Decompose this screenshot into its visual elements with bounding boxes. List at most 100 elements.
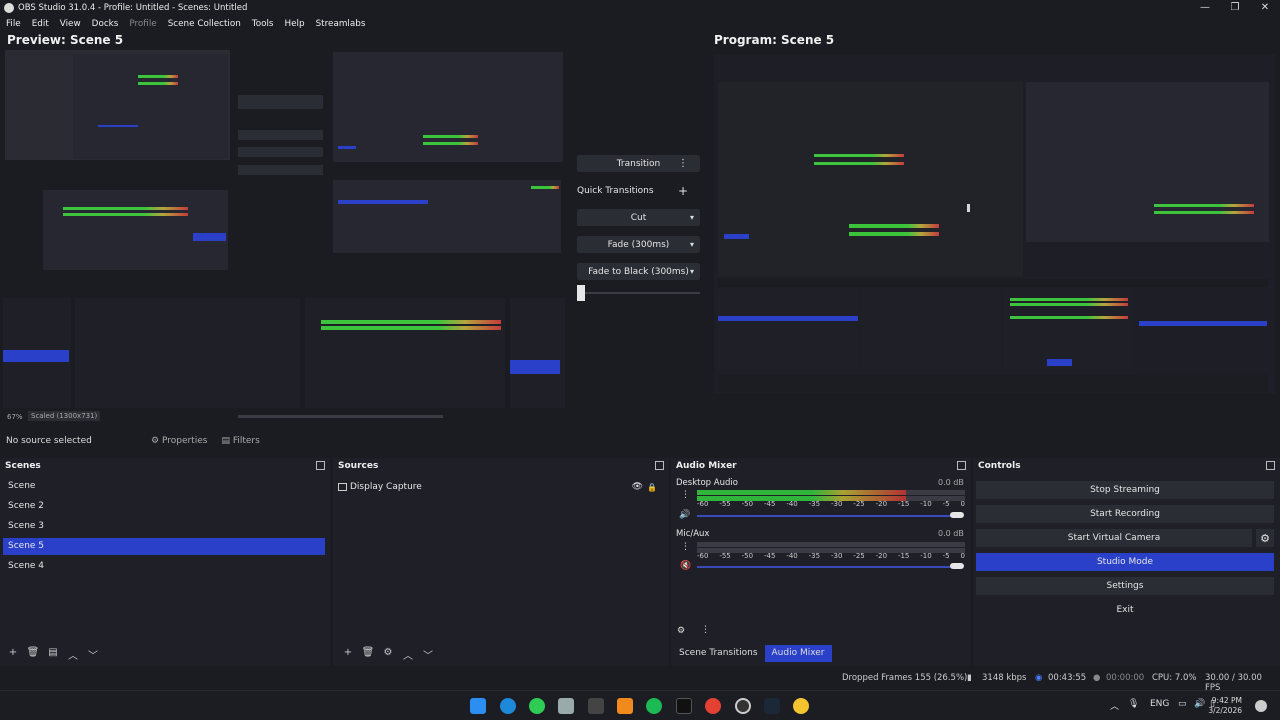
cut-label: Cut — [630, 212, 647, 223]
preview-canvas[interactable] — [3, 50, 568, 415]
network-icon[interactable]: ▭ — [1178, 699, 1187, 709]
scale-tick: -20 — [875, 552, 888, 560]
eye-icon[interactable]: 👁 — [632, 482, 643, 492]
scale-tick: -15 — [897, 552, 910, 560]
tab-audio-mixer[interactable]: Audio Mixer — [764, 645, 832, 662]
mixer-title: Audio Mixer — [676, 461, 737, 471]
scene-item[interactable]: Scene 2 — [3, 498, 325, 515]
desktop-audio-volume-handle[interactable] — [950, 512, 964, 518]
filters-button[interactable]: ▤ Filters — [221, 436, 259, 446]
add-icon[interactable]: + — [338, 647, 358, 662]
title-bar: OBS Studio 31.0.4 - Profile: Untitled - … — [0, 0, 1280, 15]
cut-transition-button[interactable]: Cut ▾ — [577, 209, 700, 226]
whatsapp-icon[interactable] — [529, 698, 545, 714]
menu-file[interactable]: File — [6, 19, 21, 29]
source-label: Display Capture — [350, 482, 422, 492]
studio-mode-button[interactable]: Studio Mode — [976, 553, 1274, 571]
obs-icon[interactable] — [735, 698, 751, 714]
clock[interactable]: 9:42 PM 3/2/2026 — [1208, 696, 1242, 716]
gear-icon[interactable]: ⚙ — [378, 647, 398, 662]
mic-aux-meter-bg — [697, 542, 965, 547]
exit-button[interactable]: Exit — [976, 601, 1274, 619]
scene-item-selected[interactable]: Scene 5 — [3, 538, 325, 555]
stop-streaming-button[interactable]: Stop Streaming — [976, 481, 1274, 499]
fade-transition-button[interactable]: Fade (300ms) ▾ — [577, 236, 700, 253]
vlc-icon[interactable] — [617, 698, 633, 714]
fade-black-transition-button[interactable]: Fade to Black (300ms) ▾ — [577, 263, 700, 280]
transition-button[interactable]: Transition ⋮ — [577, 155, 700, 172]
cpu-usage: CPU: 7.0% — [1152, 673, 1197, 683]
tab-scene-transitions[interactable]: Scene Transitions — [672, 645, 765, 662]
speaker-icon[interactable]: 🔊 — [679, 510, 690, 520]
add-icon[interactable]: + — [3, 647, 23, 662]
up-arrow-icon[interactable]: ︿ — [63, 647, 83, 662]
gear-icon[interactable]: ⚙ — [1256, 529, 1274, 547]
undock-icon[interactable] — [957, 461, 966, 470]
mic-muted-icon[interactable]: 🔇 — [680, 561, 691, 571]
app-icon[interactable] — [588, 698, 604, 714]
maximize-button[interactable]: ❐ — [1220, 0, 1250, 15]
signal-icon: ▮ — [967, 673, 972, 683]
menu-profile[interactable]: Profile — [129, 19, 156, 29]
minimize-button[interactable]: — — [1190, 0, 1220, 15]
window-controls: — ❐ ✕ — [1190, 0, 1280, 15]
preview-scrollbar[interactable] — [238, 415, 443, 418]
menu-docks[interactable]: Docks — [92, 19, 119, 29]
down-arrow-icon[interactable]: ﹀ — [418, 647, 438, 662]
chrome-icon[interactable] — [705, 698, 721, 714]
scene-item[interactable]: Scene 3 — [3, 518, 325, 535]
explorer-icon[interactable] — [558, 698, 574, 714]
scene-item[interactable]: Scene 4 — [3, 558, 325, 575]
kebab-menu-icon[interactable]: ⋮ — [701, 625, 710, 635]
trash-icon[interactable]: 🗑 — [23, 647, 43, 662]
properties-button[interactable]: ⚙ Properties — [151, 436, 207, 446]
transition-slider-track[interactable] — [577, 292, 700, 294]
trash-icon[interactable]: 🗑 — [358, 647, 378, 662]
menu-edit[interactable]: Edit — [32, 19, 49, 29]
source-item[interactable]: Display Capture 👁 🔒 — [338, 481, 663, 493]
desktop-audio-volume-slider[interactable] — [697, 515, 959, 517]
scale-tick: -10 — [920, 500, 932, 508]
mic-aux-volume-slider[interactable] — [697, 566, 959, 568]
volume-icon[interactable]: 🔊 — [1194, 699, 1205, 709]
windows-start-icon[interactable] — [470, 698, 486, 714]
capcut-icon[interactable] — [676, 698, 692, 714]
transition-menu-icon[interactable]: ⋮ — [678, 158, 688, 169]
scale-tick: -45 — [763, 500, 776, 508]
transition-slider-handle[interactable] — [577, 285, 585, 301]
close-button[interactable]: ✕ — [1250, 0, 1280, 15]
preview-scale-select[interactable]: Scaled (1300x731) — [28, 411, 101, 421]
gear-icon: ⚙ — [151, 435, 160, 446]
edge-icon[interactable] — [500, 698, 516, 714]
kebab-menu-icon[interactable]: ⋮ — [681, 490, 690, 500]
undock-icon[interactable] — [1266, 461, 1275, 470]
menu-help[interactable]: Help — [285, 19, 305, 29]
emoji-app-icon[interactable] — [793, 698, 809, 714]
steam-icon[interactable] — [764, 698, 780, 714]
mic-icon[interactable]: 🎙 — [1128, 699, 1139, 709]
gear-icon[interactable]: ⚙ — [677, 626, 685, 636]
start-virtual-camera-button[interactable]: Start Virtual Camera — [976, 529, 1252, 547]
up-arrow-icon[interactable]: ︿ — [398, 647, 418, 662]
quick-transitions-label: Quick Transitions — [577, 185, 654, 196]
lock-icon[interactable]: 🔒 — [647, 483, 657, 492]
undock-icon[interactable] — [316, 461, 325, 470]
language-indicator[interactable]: ENG — [1150, 699, 1169, 709]
settings-button[interactable]: Settings — [976, 577, 1274, 595]
spotify-icon[interactable] — [646, 698, 662, 714]
add-quick-transition-icon[interactable]: + — [678, 184, 688, 198]
scene-item[interactable]: Scene — [3, 478, 325, 495]
menu-streamlabs[interactable]: Streamlabs — [316, 19, 366, 29]
filter-icon[interactable]: ▤ — [43, 647, 63, 662]
notification-icon[interactable] — [1255, 700, 1267, 712]
kebab-menu-icon[interactable]: ⋮ — [681, 542, 690, 552]
down-arrow-icon[interactable]: ﹀ — [83, 647, 103, 662]
undock-icon[interactable] — [655, 461, 664, 470]
menu-tools[interactable]: Tools — [252, 19, 274, 29]
menu-scene-collection[interactable]: Scene Collection — [168, 19, 241, 29]
menu-view[interactable]: View — [60, 19, 81, 29]
mic-aux-volume-handle[interactable] — [950, 563, 964, 569]
chevron-up-icon[interactable]: ︿ — [1110, 699, 1119, 712]
scale-tick: -5 — [942, 552, 950, 560]
start-recording-button[interactable]: Start Recording — [976, 505, 1274, 523]
